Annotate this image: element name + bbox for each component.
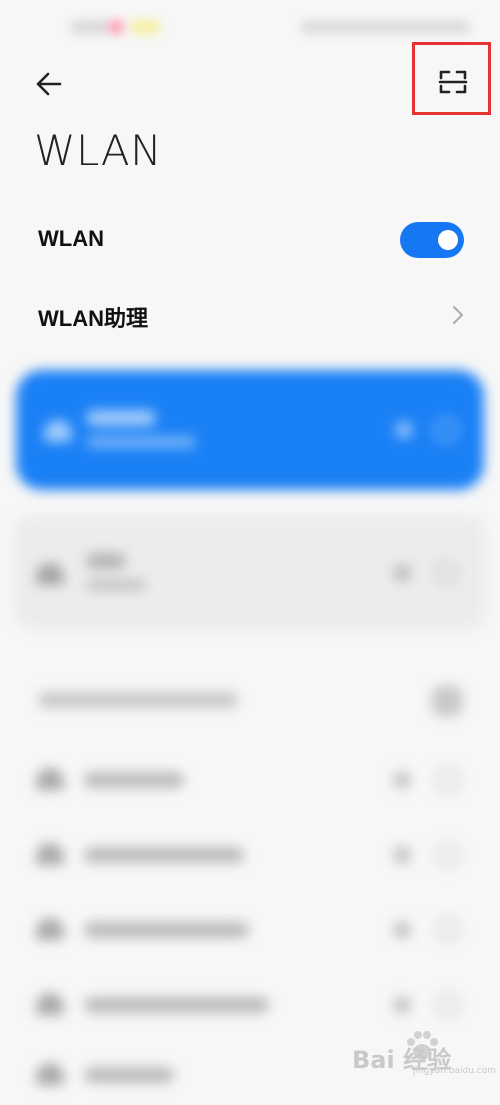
lock-icon [396, 422, 412, 438]
baidu-watermark: Bai 经验 jingyan.baidu.com [352, 1026, 498, 1082]
page-title: WLAN [34, 126, 163, 175]
back-button[interactable] [30, 64, 70, 104]
network-row[interactable] [0, 825, 500, 885]
network-status-placeholder [86, 436, 196, 448]
wifi-icon [36, 768, 64, 790]
status-blob [70, 20, 110, 34]
wifi-icon [36, 918, 64, 940]
lock-icon [394, 847, 410, 863]
section-header-row [0, 670, 500, 730]
wlan-toggle-switch[interactable] [400, 222, 464, 258]
info-icon[interactable] [436, 993, 460, 1017]
status-blob [108, 20, 124, 34]
network-name-placeholder [84, 847, 244, 863]
watermark-subtext: jingyan.baidu.com [412, 1066, 496, 1076]
info-icon[interactable] [434, 561, 458, 585]
wlan-assistant-row[interactable]: WLAN助理 [0, 285, 500, 345]
network-status-placeholder [86, 579, 146, 591]
connected-network-card[interactable] [16, 370, 484, 490]
wifi-icon [36, 843, 64, 865]
network-name-placeholder [84, 922, 249, 938]
info-icon[interactable] [436, 768, 460, 792]
status-blob [130, 20, 160, 34]
lock-icon [394, 772, 410, 788]
status-bar [0, 0, 500, 55]
scan-frame-icon [438, 70, 468, 94]
network-list-blurred [0, 355, 500, 1085]
toggle-knob [438, 230, 458, 250]
refresh-icon[interactable] [432, 686, 462, 716]
network-name-placeholder [84, 772, 184, 788]
info-icon[interactable] [436, 918, 460, 942]
wifi-icon [44, 420, 72, 442]
network-name-placeholder [84, 1067, 174, 1083]
section-header-placeholder [38, 692, 238, 708]
arrow-left-icon [36, 72, 62, 96]
wlan-assistant-label: WLAN助理 [38, 306, 148, 331]
wlan-toggle-label: WLAN [38, 226, 104, 251]
status-blob [300, 20, 470, 34]
wifi-icon [36, 993, 64, 1015]
lock-icon [394, 922, 410, 938]
info-icon[interactable] [436, 843, 460, 867]
wifi-icon [36, 563, 64, 585]
top-bar [0, 48, 500, 118]
network-name-placeholder [86, 553, 126, 569]
scan-button[interactable] [412, 50, 494, 120]
chevron-right-icon [453, 306, 463, 324]
wifi-icon [36, 1063, 64, 1085]
lock-icon [394, 565, 410, 581]
network-name-placeholder [84, 997, 269, 1013]
wlan-toggle-row[interactable]: WLAN [0, 210, 500, 270]
info-icon[interactable] [434, 418, 458, 442]
network-name-placeholder [86, 410, 156, 426]
network-row[interactable] [0, 750, 500, 810]
network-row[interactable] [0, 900, 500, 960]
lock-icon [394, 997, 410, 1013]
saved-network-card[interactable] [14, 515, 486, 630]
